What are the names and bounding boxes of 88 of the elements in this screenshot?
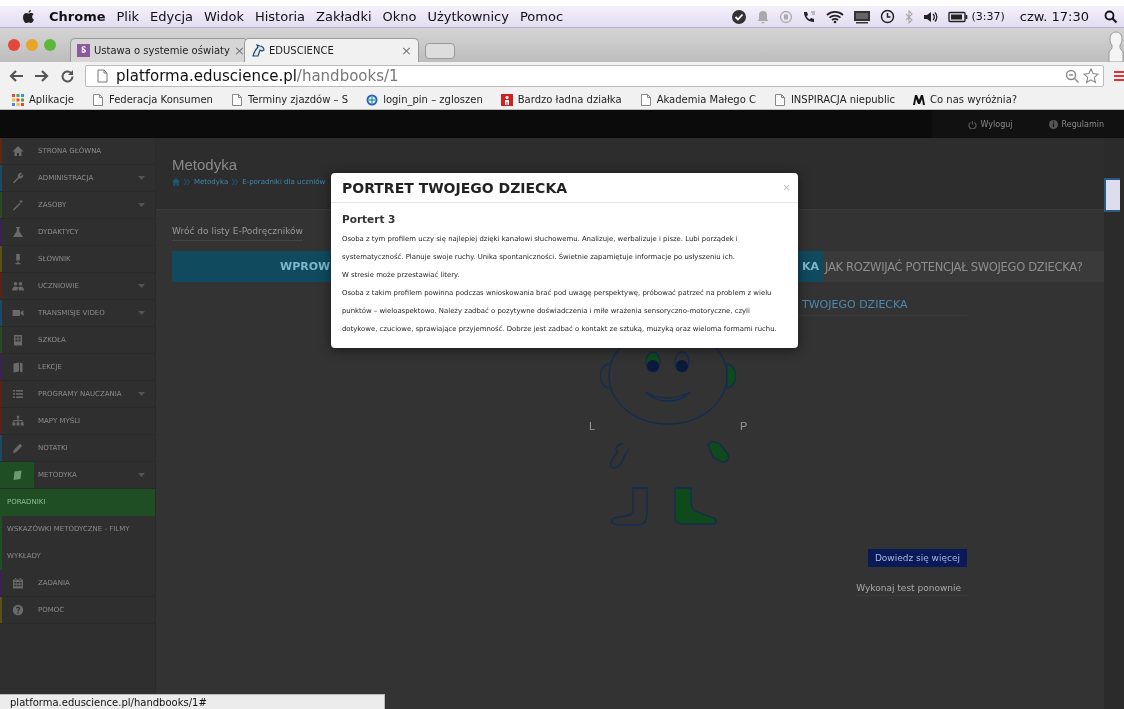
apple-logo-icon[interactable] <box>22 9 35 24</box>
back-arrow-icon[interactable] <box>8 69 24 83</box>
check-circle-icon[interactable] <box>730 8 747 25</box>
close-tab-button[interactable]: × <box>233 43 245 58</box>
reload-icon[interactable] <box>60 68 75 84</box>
bookmark-item[interactable]: Akademia Małego C <box>639 93 756 106</box>
modal-title: PORTRET TWOJEGO DZIECKA <box>342 180 568 196</box>
info-icon <box>1048 119 1058 129</box>
status-bar-url: platforma.eduscience.pl/handbooks/1# <box>0 694 385 709</box>
close-tab-button[interactable]: × <box>401 43 412 58</box>
wrench-icon <box>12 172 24 184</box>
page-icon <box>91 93 104 106</box>
star-icon[interactable] <box>1083 68 1099 84</box>
bookmark-item[interactable]: Terminy zjazdów – S <box>230 93 349 106</box>
bookmark-item[interactable]: Co nas wyróżnia? <box>913 93 1018 106</box>
search-icon[interactable] <box>1104 9 1118 24</box>
page-title: Metodyka <box>172 156 239 173</box>
back-to-list-button[interactable]: Wróć do listy E-Podręczników <box>172 222 303 241</box>
wifi-icon[interactable] <box>825 9 844 24</box>
horse-head-icon <box>251 44 265 57</box>
tab-title: EDUSCIENCE <box>269 45 335 56</box>
display-icon[interactable] <box>852 9 871 24</box>
menu-item[interactable]: Okno <box>382 9 417 24</box>
modal-subtitle: Portert 3 <box>342 213 397 225</box>
menu-item[interactable]: Historia <box>254 9 306 24</box>
right-side-label: P <box>740 420 748 432</box>
globe-icon <box>366 93 379 106</box>
menu-item[interactable]: Plik <box>116 9 140 24</box>
section-sign-icon <box>77 44 90 57</box>
home-icon <box>12 145 24 157</box>
content-tab[interactable]: JAK ROZWIJAĆ POTENCJAŁ SWOJEGO DZIECKA? <box>823 251 1104 282</box>
menu-icon[interactable] <box>1114 70 1124 82</box>
menu-item[interactable]: Widok <box>204 9 244 24</box>
page-icon <box>230 93 243 106</box>
time-machine-icon[interactable] <box>879 9 895 24</box>
video-camera-icon <box>12 307 24 319</box>
address-bar[interactable]: platforma.eduscience.pl/handbooks/1 <box>85 65 1104 87</box>
m-logo-icon <box>913 93 926 106</box>
chevron-right-icon <box>184 179 190 185</box>
chevron-right-icon <box>232 179 239 185</box>
retake-test-link[interactable]: Wykonaj test ponownie <box>856 581 967 596</box>
apps-grid-icon <box>12 93 24 106</box>
list-icon <box>12 388 24 400</box>
menu-item[interactable]: Zakładki <box>316 9 372 24</box>
side-widget-tab[interactable] <box>1104 178 1120 212</box>
battery-time: (3:37) <box>971 10 1005 23</box>
bookmark-item[interactable]: Bardzo ładna działka <box>500 93 622 106</box>
page-icon <box>773 93 786 106</box>
menu-item[interactable]: Pomoc <box>519 9 564 24</box>
phone-icon[interactable] <box>801 9 817 24</box>
menu-item[interactable]: Użytkownicy <box>427 9 509 24</box>
zoom-out-icon[interactable] <box>1065 68 1080 84</box>
top-bar-link[interactable]: Regulamin <box>1048 119 1104 129</box>
learn-more-button[interactable]: Dowiedz się więcej <box>867 549 967 567</box>
close-window-button[interactable] <box>8 39 20 51</box>
book-icon <box>12 361 24 373</box>
tab-label: WPROW <box>279 260 331 273</box>
clock[interactable]: czw. 17:30 <box>1019 9 1089 24</box>
forward-arrow-icon[interactable] <box>34 69 50 83</box>
page-icon <box>97 69 108 83</box>
building-icon <box>12 334 24 346</box>
bookmark-item[interactable]: login_pin – zgloszen <box>366 93 483 106</box>
menu-item[interactable]: Edycja <box>150 9 193 24</box>
bookmark-item[interactable]: INSPIRACJA niepublic <box>773 93 896 106</box>
tab-title: Ustawa o systemie oświaty <box>94 45 230 56</box>
calendar-icon <box>12 577 24 589</box>
speaker-icon[interactable] <box>922 9 939 24</box>
tab-label: JAK ROZWIJAĆ POTENCJAŁ SWOJEGO DZIECKA? <box>825 259 1083 274</box>
left-side-label: L <box>589 420 596 432</box>
battery-icon[interactable] <box>947 10 968 23</box>
magic-wand-icon <box>12 199 24 211</box>
power-icon <box>967 119 977 129</box>
flask-icon <box>12 226 24 238</box>
help-icon <box>12 604 24 616</box>
pencil-icon <box>12 442 24 454</box>
users-icon <box>12 280 24 292</box>
sitemap-icon <box>12 415 24 427</box>
page-icon <box>639 93 652 106</box>
book-icon <box>12 469 24 481</box>
browser-tab[interactable]: EDUSCIENCE × <box>244 38 419 62</box>
tab-label: KA <box>801 260 820 273</box>
top-bar-link[interactable]: Wyloguj <box>967 119 1013 129</box>
app-menu[interactable]: Chrome <box>49 9 106 24</box>
url-path: /handbooks/1 <box>296 67 399 85</box>
person-logo-icon <box>500 93 513 106</box>
bookmark-item[interactable]: Federacja Konsumen <box>91 93 213 106</box>
url-host: platforma.eduscience.pl <box>116 67 297 85</box>
bookmark-item[interactable]: Aplikacje <box>12 93 74 106</box>
